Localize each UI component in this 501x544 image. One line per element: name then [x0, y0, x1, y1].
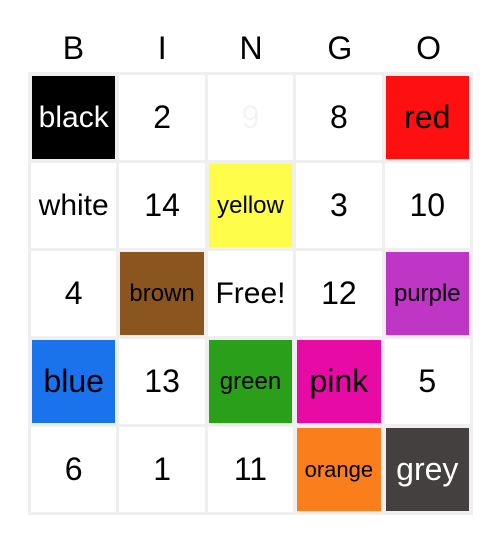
bingo-cell[interactable]: 9: [207, 75, 294, 160]
bingo-cell[interactable]: 10: [384, 163, 470, 248]
bingo-cell[interactable]: green: [208, 340, 293, 423]
bingo-cell[interactable]: 12: [296, 251, 382, 336]
header-letter-n: N: [239, 30, 263, 66]
bingo-cell[interactable]: purple: [385, 252, 469, 335]
bingo-cell[interactable]: Free!: [207, 251, 294, 336]
bingo-card-grid: black 2 9 8 red white 14 yellow 3 10 4 brown Free! 12…: [28, 72, 473, 515]
bingo-cell[interactable]: 3: [296, 163, 382, 248]
bingo-cell[interactable]: 11: [207, 427, 294, 512]
bingo-cell[interactable]: pink: [297, 340, 381, 423]
bingo-cell[interactable]: black: [32, 76, 116, 159]
bingo-header: B I N G O: [29, 28, 473, 68]
bingo-cell[interactable]: 2: [119, 75, 205, 160]
bingo-cell[interactable]: 13: [119, 339, 205, 424]
bingo-cell[interactable]: 8: [296, 75, 382, 160]
bingo-cell[interactable]: 6: [31, 427, 117, 512]
bingo-cell[interactable]: yellow: [208, 164, 293, 247]
bingo-cell[interactable]: orange: [297, 428, 381, 511]
bingo-cell[interactable]: 1: [119, 427, 205, 512]
bingo-cell[interactable]: white: [31, 163, 117, 248]
bingo-cell[interactable]: 5: [384, 339, 470, 424]
bingo-cell[interactable]: blue: [32, 340, 116, 423]
bingo-cell[interactable]: red: [385, 76, 469, 159]
header-letter-o: O: [416, 30, 442, 66]
header-letter-g: G: [327, 30, 353, 66]
bingo-cell[interactable]: 4: [31, 251, 117, 336]
header-letter-i: I: [157, 30, 167, 66]
header-letter-b: B: [62, 30, 85, 66]
bingo-cell[interactable]: grey: [385, 428, 469, 511]
bingo-cell[interactable]: 14: [119, 163, 205, 248]
bingo-cell[interactable]: brown: [120, 252, 204, 335]
